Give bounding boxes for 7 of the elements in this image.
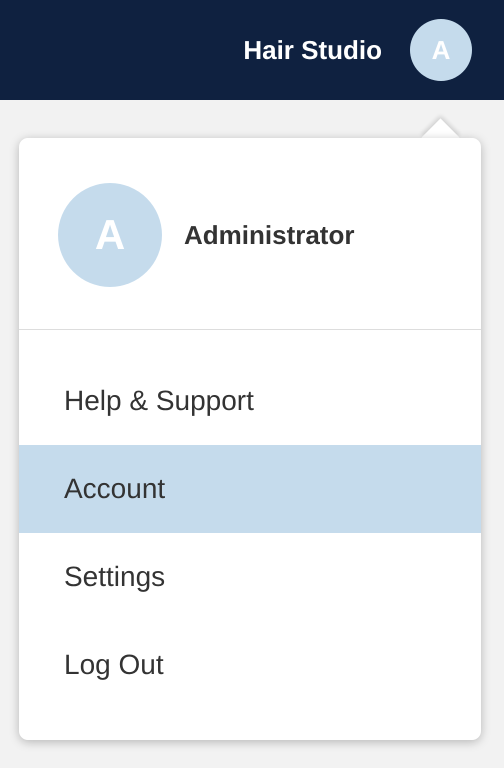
menu-item[interactable]: Log Out	[19, 621, 481, 709]
menu-item[interactable]: Account	[19, 445, 481, 533]
menu-item[interactable]: Settings	[19, 533, 481, 621]
menu-item[interactable]: Help & Support	[19, 357, 481, 445]
user-name: Administrator	[184, 220, 354, 250]
app-title: Hair Studio	[243, 34, 382, 66]
profile-avatar: A	[58, 183, 162, 287]
